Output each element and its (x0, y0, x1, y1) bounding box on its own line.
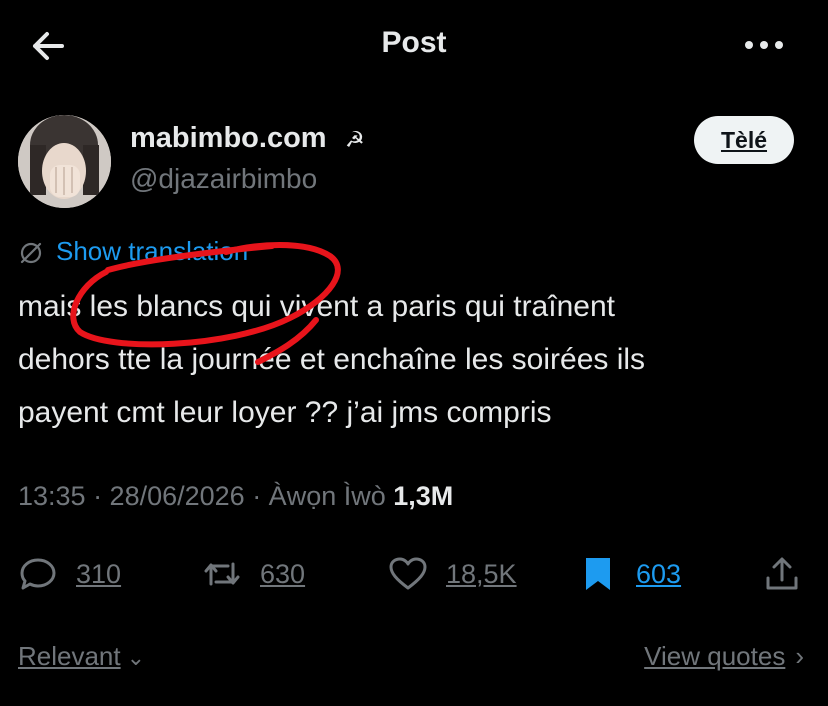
avatar[interactable] (18, 115, 111, 208)
like-button[interactable]: 18,5K (388, 552, 517, 596)
tweet-text: mais les blancs qui vivent a paris qui t… (18, 280, 808, 439)
show-translation-link[interactable]: Show translation (56, 236, 248, 267)
share-icon (766, 557, 798, 590)
views-count: 1,3M (393, 481, 454, 511)
tweet-line: dehors tte la journée et enchaîne les so… (18, 343, 646, 376)
repost-count: 630 (260, 558, 306, 589)
share-button[interactable] (762, 552, 802, 596)
tweet-meta: 13:35 · 28/06/2026 · Àwọn Ìwò 1,3M (18, 481, 453, 512)
avatar-image (18, 115, 111, 208)
sort-label: Relevant (18, 641, 121, 671)
bookmark-filled-icon (586, 558, 610, 590)
more-horizontal-icon (745, 41, 783, 49)
more-button[interactable] (742, 30, 786, 60)
author-handle[interactable]: @djazairbimbo (130, 163, 317, 195)
tweet-line: mais les blancs qui vivent a paris qui t… (18, 290, 615, 323)
like-count: 18,5K (446, 558, 517, 589)
top-bar: Post (0, 0, 828, 90)
chevron-right-icon: › (795, 641, 804, 671)
reply-button[interactable]: 310 (18, 552, 121, 596)
page-title: Post (381, 26, 447, 59)
reply-count: 310 (76, 558, 122, 589)
bookmark-count: 603 (636, 558, 682, 589)
view-quotes-label: View quotes (644, 641, 786, 671)
view-quotes-link[interactable]: View quotes › (644, 641, 804, 672)
follow-button[interactable]: Tèlé (694, 116, 794, 164)
heart-icon (389, 557, 427, 590)
bookmark-button[interactable]: 603 (578, 552, 681, 596)
repost-icon (204, 562, 240, 586)
hammer-sickle-glyph: ☭ (345, 127, 365, 152)
reply-sort-dropdown[interactable]: Relevant ⌄ (18, 641, 145, 672)
timestamp-and-views-label: 13:35 · 28/06/2026 · Àwọn Ìwò (18, 481, 394, 511)
translate-icon (20, 242, 42, 264)
tweet-line: payent cmt leur loyer ?? j’ai jms compri… (18, 396, 552, 429)
author-display-name[interactable]: mabimbo.com (130, 122, 327, 155)
reply-icon (20, 558, 56, 590)
chevron-down-icon: ⌄ (126, 645, 146, 670)
repost-button[interactable]: 630 (202, 552, 305, 596)
